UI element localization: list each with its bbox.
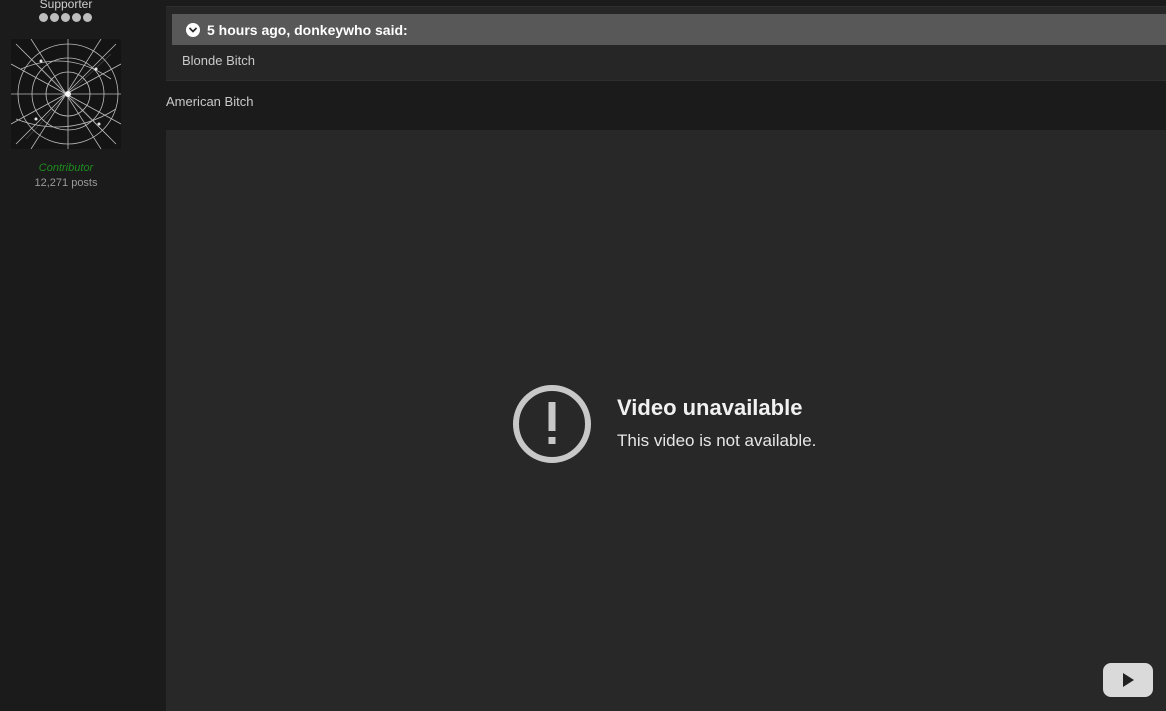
user-group: Contributor [38, 162, 94, 174]
youtube-play-button[interactable] [1103, 663, 1153, 697]
author-info-panel: Supporter Contributor 12,271 posts [0, 0, 132, 711]
quote-header[interactable]: 5 hours ago, donkeywho said: [172, 14, 1166, 45]
post-content: 5 hours ago, donkeywho said: Blonde Bitc… [166, 0, 1166, 711]
video-error-title: Video unavailable [617, 395, 803, 420]
video-embed[interactable]: Video unavailable This video is not avai… [166, 130, 1166, 711]
video-error-message: This video is not available. [617, 431, 817, 450]
chevron-down-icon[interactable] [186, 22, 200, 37]
quote-citation[interactable]: 5 hours ago, donkeywho said: [207, 22, 408, 38]
play-icon [1123, 673, 1134, 687]
rank-pip [50, 13, 59, 22]
rank-pip [72, 13, 81, 22]
page: Supporter Contributor 12,271 posts 5 hou… [0, 0, 1166, 711]
rank-pip [83, 13, 92, 22]
rank-pip [61, 13, 70, 22]
user-title: Supporter [39, 0, 93, 11]
post-count[interactable]: 12,271 posts [0, 177, 132, 189]
quote-body: Blonde Bitch [182, 53, 255, 68]
post-text: American Bitch [166, 94, 254, 109]
quote-block: 5 hours ago, donkeywho said: Blonde Bitc… [166, 6, 1166, 81]
avatar[interactable] [11, 39, 121, 149]
error-icon [512, 384, 592, 464]
rank-pip [39, 13, 48, 22]
rank-pips [39, 13, 92, 22]
avatar-image [11, 39, 121, 149]
